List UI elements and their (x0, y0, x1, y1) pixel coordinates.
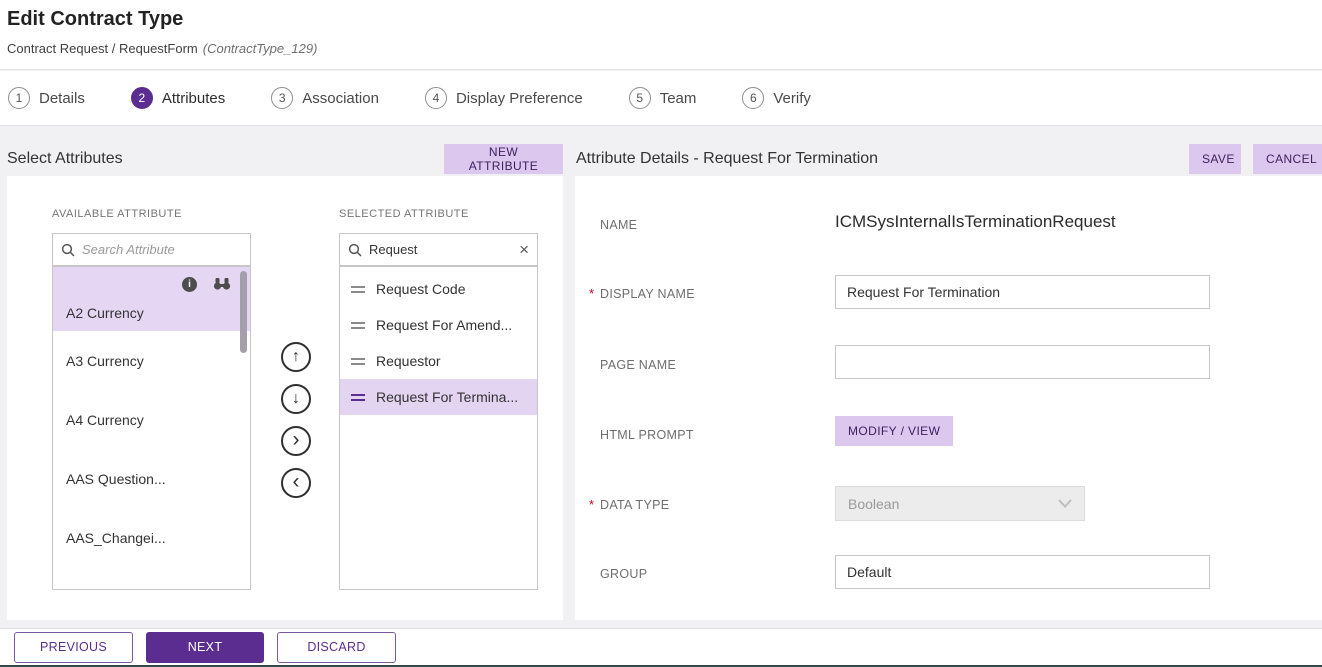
available-search-box (52, 233, 251, 266)
save-button[interactable]: SAVE (1189, 144, 1241, 174)
attribute-details-title: Attribute Details - Request For Terminat… (576, 150, 878, 168)
display-name-input[interactable] (835, 275, 1210, 309)
step-number: 2 (131, 87, 153, 109)
wizard-footer: PREVIOUS NEXT DISCARD (0, 628, 1322, 667)
move-right-button[interactable]: › (281, 426, 311, 456)
step-verify[interactable]: 6 Verify (742, 87, 811, 109)
required-indicator: * (589, 286, 594, 301)
selected-attribute-name: Request For Amend... (376, 317, 512, 333)
drag-handle-icon[interactable] (351, 283, 365, 296)
available-attribute-name: A2 Currency (66, 305, 237, 321)
discard-button[interactable]: DISCARD (277, 632, 396, 663)
name-value: ICMSysInternalIsTerminationRequest (835, 212, 1116, 232)
info-icon[interactable]: i (182, 277, 197, 292)
name-label: NAME (600, 218, 637, 232)
available-attribute-list: i A2 Currency A3 CurrencyA4 CurrencyAAS Qu… (52, 266, 251, 590)
selected-attribute-label: SELECTED ATTRIBUTE (339, 208, 469, 220)
next-button[interactable]: NEXT (146, 632, 264, 663)
step-label: Verify (773, 90, 811, 107)
page-name-label: PAGE NAME (600, 358, 676, 372)
binoculars-icon[interactable] (213, 277, 231, 291)
search-icon (61, 243, 75, 257)
available-list-scrollbar[interactable] (240, 271, 247, 353)
move-left-button[interactable]: ‹ (281, 468, 311, 498)
group-input[interactable] (835, 555, 1210, 589)
select-attributes-panel: AVAILABLE ATTRIBUTE i A2 Currency A3 Curre… (7, 176, 563, 620)
step-team[interactable]: 5 Team (629, 87, 697, 109)
step-label: Display Preference (456, 90, 583, 107)
drag-handle-icon[interactable] (351, 391, 365, 404)
selected-attribute-item[interactable]: Request For Amend... (340, 307, 537, 343)
modify-view-button[interactable]: MODIFY / VIEW (835, 416, 953, 446)
data-type-value: Boolean (848, 496, 899, 512)
step-label: Attributes (162, 90, 225, 107)
step-number: 4 (425, 87, 447, 109)
drag-handle-icon[interactable] (351, 319, 365, 332)
selected-attribute-name: Requestor (376, 353, 441, 369)
clear-search-icon[interactable]: × (519, 241, 529, 258)
new-attribute-button[interactable]: NEW ATTRIBUTE (444, 144, 563, 174)
previous-button[interactable]: PREVIOUS (14, 632, 133, 663)
display-name-label: DISPLAY NAME (600, 287, 695, 301)
step-attributes[interactable]: 2 Attributes (131, 87, 225, 109)
move-buttons: ↑ ↓ › ‹ (281, 342, 311, 498)
available-attribute-item[interactable]: i A2 Currency (53, 267, 250, 331)
move-down-button[interactable]: ↓ (281, 384, 311, 414)
group-label: GROUP (600, 567, 647, 581)
available-attribute-item[interactable]: A3 Currency (53, 331, 250, 390)
move-up-button[interactable]: ↑ (281, 342, 311, 372)
step-details[interactable]: 1 Details (8, 87, 85, 109)
available-attribute-item[interactable]: AAS Question... (53, 449, 250, 508)
selected-attribute-name: Request Code (376, 281, 466, 297)
selected-attribute-item[interactable]: Request Code (340, 271, 537, 307)
drag-handle-icon[interactable] (351, 355, 365, 368)
available-search-input[interactable] (82, 242, 242, 257)
breadcrumb-note: (ContractType_129) (203, 41, 318, 56)
selected-search-input[interactable] (369, 242, 512, 257)
edit-contract-type-page: Edit Contract Type Contract Request / Re… (0, 0, 1322, 667)
html-prompt-label: HTML PROMPT (600, 428, 694, 442)
stepper: 1 Details 2 Attributes 3 Association 4 Display … (0, 71, 1322, 126)
step-number: 3 (271, 87, 293, 109)
select-attributes-title: Select Attributes (7, 150, 123, 168)
page-title: Edit Contract Type (7, 8, 183, 31)
available-attribute-label: AVAILABLE ATTRIBUTE (52, 208, 182, 220)
available-attribute-item[interactable]: A4 Currency (53, 390, 250, 449)
page-header: Edit Contract Type Contract Request / Re… (0, 0, 1322, 70)
page-name-input[interactable] (835, 345, 1210, 379)
selected-attribute-list: Request Code Request For Amend... Requesto… (339, 266, 538, 590)
selected-search-box: × (339, 233, 538, 266)
breadcrumb-path: Contract Request / RequestForm (7, 41, 198, 56)
step-number: 5 (629, 87, 651, 109)
step-label: Team (660, 90, 697, 107)
selected-attribute-name: Request For Termina... (376, 389, 518, 405)
step-display-preference[interactable]: 4 Display Preference (425, 87, 583, 109)
chevron-down-icon (1058, 499, 1072, 508)
attribute-details-panel: NAME ICMSysInternalIsTerminationRequest … (575, 176, 1322, 620)
required-indicator: * (589, 497, 594, 512)
available-attribute-item[interactable]: AAS_Changei... (53, 508, 250, 567)
item-action-icons: i (66, 273, 237, 295)
step-number: 1 (8, 87, 30, 109)
search-icon (348, 243, 362, 257)
selected-attribute-item[interactable]: Request For Termina... (340, 379, 537, 415)
cancel-button[interactable]: CANCEL (1253, 144, 1322, 174)
breadcrumb: Contract Request / RequestForm (ContractT… (7, 41, 317, 56)
step-label: Details (39, 90, 85, 107)
data-type-label: DATA TYPE (600, 498, 669, 512)
step-association[interactable]: 3 Association (271, 87, 379, 109)
selected-attribute-item[interactable]: Requestor (340, 343, 537, 379)
step-label: Association (302, 90, 379, 107)
data-type-select[interactable]: Boolean (835, 486, 1085, 521)
step-number: 6 (742, 87, 764, 109)
